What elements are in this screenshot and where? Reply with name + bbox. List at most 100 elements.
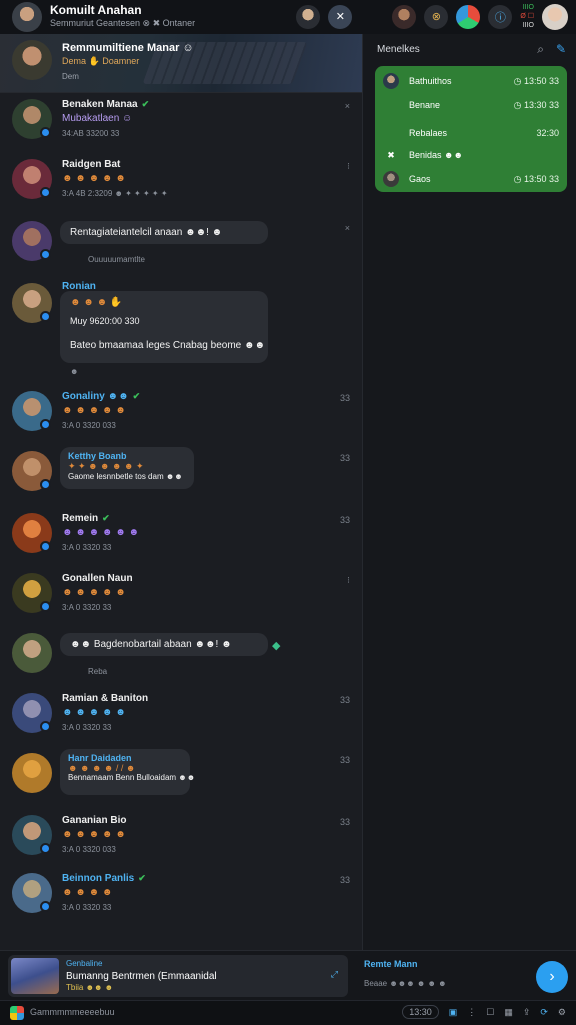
coin-icon[interactable]: ⊗ <box>424 4 449 29</box>
status-bottom: IIIO <box>522 22 534 29</box>
item-name: Gonallen Naun <box>62 573 133 584</box>
schedule-row[interactable]: Benane ◷ 13:30 33 <box>383 96 559 116</box>
item-meta: 3:A 4B 2:3209 ☻ ✦ ✦ ✦ ✦ ✦ <box>62 189 168 198</box>
feed-item[interactable]: Raidgen Bat ☻ ☻ ☻ ☻ ☻ 3:A 4B 2:3209 ☻ ✦ … <box>0 153 362 215</box>
share-icon[interactable]: ⇪ <box>523 1007 531 1018</box>
time-pill[interactable]: 13:30 <box>402 1005 439 1019</box>
feed-item[interactable]: Hanr Daidaden ☻ ☻ ☻ ☻ / / ☻ Bennamaam Be… <box>0 747 362 809</box>
close-icon[interactable]: × <box>345 223 350 233</box>
item-name: Remein ✔ <box>62 513 110 524</box>
app-subtitle: Semmuriut Geantesen ⊗ ✖ Ontaner <box>50 18 196 28</box>
expand-icon[interactable]: ⤢ <box>331 969 338 980</box>
message-bubble[interactable]: ☻ ☻ ☻ ✋ Muy 9620:00 330 Bateo bmaamaa le… <box>60 291 268 363</box>
schedule-row[interactable]: Gaos ◷ 13:50 33 <box>383 170 559 190</box>
item-line: ☻ ☻ ☻ ☻ ☻ ☻ <box>62 527 140 538</box>
message-bubble[interactable]: Rentagiateiantelcil anaan ☻☻! ☻ <box>60 221 268 244</box>
item-meta: 3:A 0 3320 33 <box>62 603 112 612</box>
preview-thumbnail <box>11 958 59 994</box>
bubble-line: Bennamaam Benn Bulloaidam ☻☻ <box>68 773 196 782</box>
color-wheel-icon[interactable] <box>456 4 481 29</box>
search-icon[interactable]: ⌕ <box>537 42 544 57</box>
verified-badge-icon <box>40 419 51 430</box>
feed-item[interactable]: ☻☻ Bagdenobartail abaan ☻☻! ☻ Reba ◆ <box>0 627 362 687</box>
more-icon[interactable]: ⁝ <box>347 161 350 172</box>
edit-icon[interactable]: ✎ <box>556 42 566 57</box>
message-bubble[interactable]: Hanr Daidaden ☻ ☻ ☻ ☻ / / ☻ Bennamaam Be… <box>60 749 196 795</box>
feed-item[interactable]: Remein ✔ ☻ ☻ ☻ ☻ ☻ ☻ 3:A 0 3320 33 33 <box>0 507 362 567</box>
bubble-line: ✦ ✦ ☻ ☻ ☻ ☻ ✦ <box>68 461 144 471</box>
item-count: 33 <box>339 875 350 885</box>
close-icon[interactable]: × <box>345 101 350 111</box>
check-icon: ✔ <box>141 99 150 109</box>
schedule-row[interactable]: ✖ Benidas ☻☻ <box>383 146 559 166</box>
send-button[interactable]: › <box>536 961 568 993</box>
item-line: ☻ ☻ ☻ ☻ ☻ <box>62 587 126 598</box>
bubble-line: Gaome lesnnbetle tos dam ☻☻ <box>68 472 183 481</box>
sync-icon[interactable]: ⟳ <box>540 1007 548 1018</box>
feed-item[interactable]: Benaken Manaa ✔ Mubakatlaen ☺ 34:AB 33200… <box>0 93 362 153</box>
hero-banner[interactable]: Remmumiltiene Manar ☺ Dema ✋ Doamner Dem <box>0 34 362 93</box>
status-top: IIIO <box>522 4 534 11</box>
item-count: 33 <box>339 453 350 463</box>
item-count: 33 <box>339 755 350 765</box>
item-name: Ramian & Baniton <box>62 693 149 704</box>
verified-badge-icon <box>40 249 51 260</box>
message-bubble[interactable]: Ketthy Boanb ✦ ✦ ☻ ☻ ☻ ☻ ✦ Gaome lesnnbe… <box>60 447 194 489</box>
feed-item[interactable]: Ronian ☻ ☻ ☻ ✋ Muy 9620:00 330 Bateo bma… <box>0 277 362 385</box>
draft-preview[interactable]: Genbaline Bumanng Bentrmen (Emmaanidal T… <box>8 955 348 997</box>
feed-item[interactable]: Gananian Bio ☻ ☻ ☻ ☻ ☻ 3:A 0 3320 033 33 <box>0 809 362 867</box>
chat-icon[interactable]: ▣ <box>449 1007 458 1018</box>
verified-badge-icon <box>40 479 51 490</box>
status-text: Gammmmmeeeebuu <box>30 1007 115 1017</box>
user-avatar[interactable] <box>392 4 417 29</box>
composer-bar: Genbaline Bumanng Bentrmen (Emmaanidal T… <box>0 950 576 1001</box>
message-bubble[interactable]: ☻☻ Bagdenobartail abaan ☻☻! ☻ <box>60 633 268 656</box>
more-icon[interactable]: ⁝ <box>347 575 350 586</box>
feed-item[interactable]: Gonallen Naun ☻ ☻ ☻ ☻ ☻ 3:A 0 3320 33 ⁝ <box>0 567 362 627</box>
hero-avatar[interactable] <box>12 40 52 80</box>
verified-badge-icon <box>40 311 51 322</box>
row-time-text: 13:50 33 <box>523 174 559 184</box>
item-line: ☻ ☻ ☻ ☻ <box>62 887 113 898</box>
item-name: Benaken Manaa ✔ <box>62 99 149 110</box>
settings-icon[interactable]: ⚙ <box>558 1007 566 1018</box>
item-name: Gonaliny ☻☻ ✔ <box>62 391 140 402</box>
item-meta: 3:A 0 3320 33 <box>62 543 112 552</box>
feed-item[interactable]: Ramian & Baniton ☻ ☻ ☻ ☻ ☻ 3:A 0 3320 33… <box>0 687 362 747</box>
contact-avatar[interactable] <box>296 4 321 29</box>
feed-item[interactable]: Beinnon Panlis ✔ ☻ ☻ ☻ ☻ 3:A 0 3320 33 33 <box>0 867 362 927</box>
verified-badge-icon <box>40 721 51 732</box>
row-time: ◷ 13:50 33 <box>513 76 559 86</box>
feed-item[interactable]: Rentagiateiantelcil anaan ☻☻! ☻ Ouuuuuma… <box>0 215 362 277</box>
status-bar: Gammmmmeeeebuu 13:30 ▣ ⋮ ☐ ▦ ⇪ ⟳ ⚙ <box>0 1000 576 1025</box>
schedule-row[interactable]: Bathuithos ◷ 13:50 33 <box>383 72 559 92</box>
row-avatar <box>383 73 399 89</box>
panel-actions: ⌕ ✎ <box>537 42 566 57</box>
status-indicators: IIIO Ø ☐ IIIO <box>520 3 534 30</box>
item-count: 33 <box>339 515 350 525</box>
status-mid: Ø ☐ <box>520 13 534 20</box>
item-meta: 3:A 0 3320 033 <box>62 421 116 430</box>
row-time-text: 13:50 33 <box>523 76 559 86</box>
draft-label: Genbaline <box>66 959 103 968</box>
avatar[interactable] <box>12 633 52 673</box>
draft-text: Bumanng Bentrmen (Emmaanidal <box>66 971 217 982</box>
profile-avatar[interactable] <box>12 2 42 32</box>
info-icon[interactable]: ⓘ <box>488 4 513 29</box>
item-name-text: Remein <box>62 513 99 524</box>
account-avatar[interactable] <box>542 3 568 30</box>
schedule-row[interactable]: Rebalaes 32:30 <box>383 124 559 144</box>
window-icon[interactable]: ☐ <box>486 1007 494 1018</box>
bubble-line: Muy 9620:00 330 <box>70 316 140 326</box>
grid-icon[interactable]: ▦ <box>504 1007 513 1018</box>
split-icon[interactable]: ⋮ <box>467 1007 476 1018</box>
app-title: Komuilt Anahan <box>50 3 142 17</box>
avatar[interactable] <box>12 753 52 793</box>
feed-item[interactable]: Gonaliny ☻☻ ✔ ☻ ☻ ☻ ☻ ☻ 3:A 0 3320 033 33 <box>0 385 362 445</box>
item-count: 33 <box>339 393 350 403</box>
panel-title: Menelkes <box>377 44 420 55</box>
feed-item[interactable]: Ketthy Boanb ✦ ✦ ☻ ☻ ☻ ☻ ✦ Gaome lesnnbe… <box>0 445 362 507</box>
back-arrow-icon[interactable]: ✕ <box>328 4 353 29</box>
feed-panel: Remmumiltiene Manar ☺ Dema ✋ Doamner Dem… <box>0 34 363 950</box>
verified-badge-icon <box>40 843 51 854</box>
